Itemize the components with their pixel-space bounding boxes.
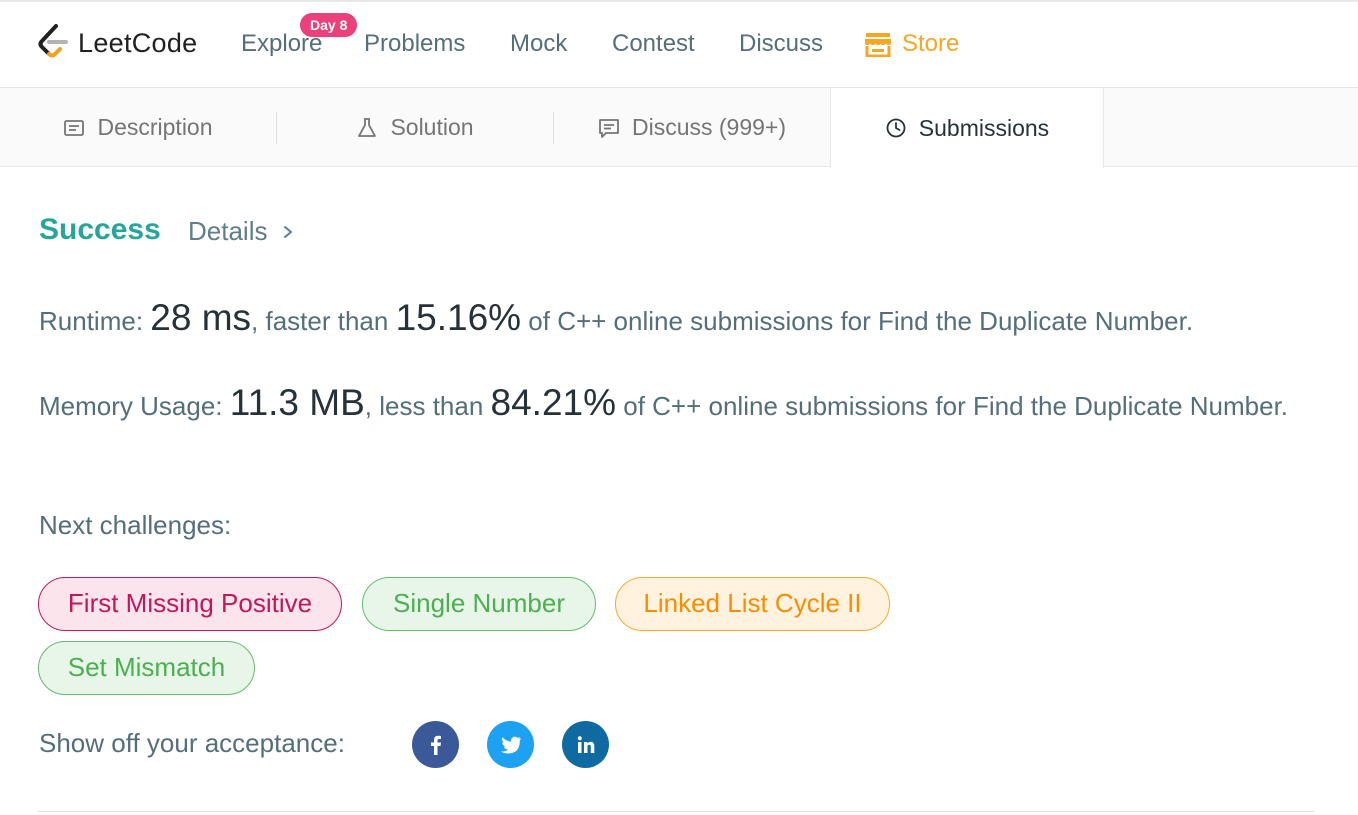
top-navbar: LeetCode Explore Problems Mock Contest D… — [0, 0, 1358, 88]
comment-icon — [599, 118, 619, 138]
nav-mock[interactable]: Mock — [510, 28, 567, 60]
leetcode-logo[interactable]: LeetCode — [36, 22, 198, 64]
facebook-share-button[interactable] — [412, 721, 459, 768]
tab-discuss[interactable]: Discuss (999+) — [554, 88, 830, 167]
store-label: Store — [902, 30, 960, 57]
divider — [38, 811, 1314, 812]
tab-description-label: Description — [97, 114, 213, 140]
runtime-value: 28 ms — [150, 297, 252, 338]
runtime-tail: of C++ online submissions for Find the D… — [521, 306, 1194, 336]
nav-contest[interactable]: Contest — [612, 28, 695, 60]
store-icon — [865, 33, 891, 57]
tab-solution[interactable]: Solution — [277, 88, 553, 167]
twitter-icon — [500, 736, 521, 753]
challenge-set-mismatch[interactable]: Set Mismatch — [38, 641, 255, 695]
challenge-first-missing-positive[interactable]: First Missing Positive — [38, 577, 342, 631]
memory-tail: of C++ online submissions for Find the D… — [616, 391, 1289, 421]
nav-discuss[interactable]: Discuss — [739, 28, 823, 60]
tab-submissions[interactable]: Submissions — [830, 88, 1104, 168]
tab-submissions-label: Submissions — [918, 114, 1050, 141]
challenge-linked-list-cycle-ii[interactable]: Linked List Cycle II — [615, 577, 890, 631]
leetcode-logo-icon — [38, 24, 68, 58]
runtime-label: Runtime: — [39, 306, 151, 336]
details-label: Details — [188, 216, 268, 246]
memory-label: Memory Usage: — [39, 391, 230, 421]
flask-icon — [358, 117, 377, 137]
memory-value: 11.3 MB — [229, 382, 365, 423]
facebook-icon — [430, 735, 441, 755]
memory-stat: Memory Usage: 11.3 MB, less than 84.21% … — [39, 383, 1299, 426]
challenge-single-number[interactable]: Single Number — [362, 577, 596, 631]
nav-store[interactable]: Store — [864, 28, 959, 60]
share-label: Show off your acceptance: — [39, 728, 345, 758]
problem-tabs: Description Solution Discuss (999+) Subm… — [0, 88, 1358, 168]
memory-mid: , less than — [364, 391, 491, 421]
nav-problems[interactable]: Problems — [364, 28, 465, 60]
description-icon — [64, 119, 85, 136]
linkedin-share-button[interactable] — [562, 721, 609, 768]
tab-discuss-label: Discuss (999+) — [631, 114, 787, 140]
tab-solution-label: Solution — [390, 114, 474, 140]
chevron-right-icon — [284, 225, 293, 238]
linkedin-icon — [577, 735, 594, 753]
memory-percent: 84.21% — [490, 382, 617, 423]
submission-status: Success — [39, 213, 161, 246]
runtime-stat: Runtime: 28 ms, faster than 15.16% of C+… — [39, 298, 1193, 341]
twitter-share-button[interactable] — [487, 721, 534, 768]
details-link[interactable]: Details — [188, 216, 295, 247]
logo-text: LeetCode — [78, 27, 198, 58]
runtime-mid: , faster than — [251, 306, 396, 336]
runtime-percent: 15.16% — [395, 297, 522, 338]
tab-description[interactable]: Description — [0, 88, 276, 167]
clock-icon — [886, 118, 906, 138]
day-badge: Day 8 — [300, 13, 358, 37]
next-challenges-label: Next challenges: — [39, 510, 232, 540]
